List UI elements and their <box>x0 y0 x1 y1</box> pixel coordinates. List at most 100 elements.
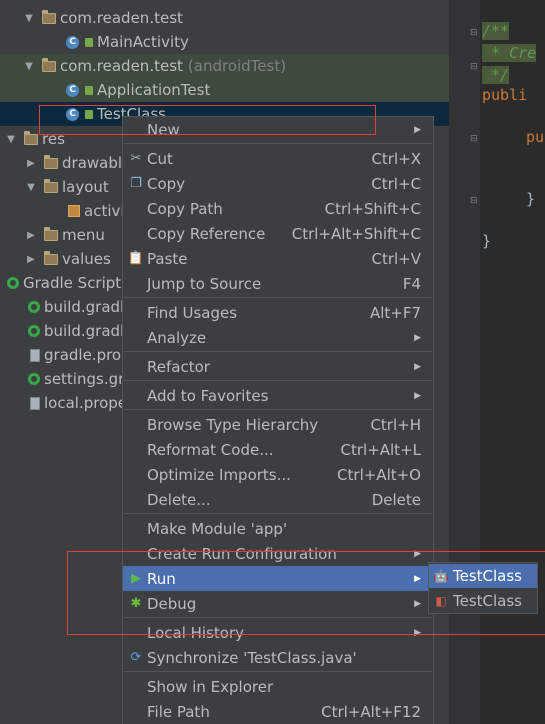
menu-item-jump-to-source[interactable]: Jump to Source F4 <box>123 271 433 296</box>
menu-item-run[interactable]: ▶ Run ▶ <box>123 566 433 591</box>
fold-marker-icon[interactable]: ⊟ <box>470 28 478 38</box>
android-icon: 🤖 <box>433 569 449 583</box>
menu-item-label: Reformat Code... <box>147 440 274 459</box>
tree-row-label: settings.gr <box>44 370 125 388</box>
menu-item-find-usages[interactable]: Find Usages Alt+F7 <box>123 300 433 325</box>
expand-arrow-icon[interactable]: ▼ <box>24 182 38 193</box>
menu-item-label: Browse Type Hierarchy <box>147 415 319 434</box>
menu-item-copy-reference[interactable]: Copy Reference Ctrl+Alt+Shift+C <box>123 221 433 246</box>
submenu-arrow-icon: ▶ <box>414 390 421 401</box>
menu-item-label: File Path <box>147 702 210 721</box>
tree-row-label: local.prope <box>44 394 128 412</box>
context-menu: New ▶ ✂ Cut Ctrl+X ❐ Copy Ctrl+C Copy Pa… <box>122 116 434 724</box>
collapse-arrow-icon[interactable]: ▶ <box>24 254 38 265</box>
tree-row-label: activi <box>84 202 125 220</box>
gradle-icon <box>28 373 40 385</box>
menu-item-local-history[interactable]: Local History ▶ <box>123 620 433 645</box>
menu-item-reformat-code[interactable]: Reformat Code... Ctrl+Alt+L <box>123 437 433 462</box>
code-editor[interactable]: ⊟ ⊟ ⊟ ⊟ /** * Cre */ publi pu } } <box>449 0 545 724</box>
menu-item-analyze[interactable]: Analyze ▶ <box>123 325 433 350</box>
menu-item-add-to-favorites[interactable]: Add to Favorites ▶ <box>123 383 433 408</box>
menu-item-delete[interactable]: Delete... Delete <box>123 487 433 512</box>
tree-row-package-main[interactable]: ▼ com.readen.test <box>0 6 449 30</box>
menu-item-label: Local History <box>147 623 245 642</box>
fold-marker-icon[interactable]: ⊟ <box>470 196 478 206</box>
expand-arrow-icon[interactable]: ▼ <box>22 61 36 72</box>
menu-item-make-module[interactable]: Make Module 'app' <box>123 516 433 541</box>
submenu-arrow-icon: ▶ <box>414 598 421 609</box>
menu-item-label: Run <box>147 569 176 588</box>
submenu-item-run-android-test[interactable]: 🤖 TestClass <box>429 564 537 588</box>
code-line: publi <box>482 86 528 104</box>
collapse-arrow-icon[interactable]: ▶ <box>24 158 38 169</box>
tree-row-label: MainActivity <box>97 33 189 51</box>
gradle-icon <box>28 325 40 337</box>
menu-item-debug[interactable]: ✱ Debug ▶ <box>123 591 433 616</box>
sync-icon: ⟳ <box>130 650 142 665</box>
tree-row-label: gradle.pro <box>44 346 122 364</box>
menu-item-copy[interactable]: ❐ Copy Ctrl+C <box>123 171 433 196</box>
menu-item-browse-type-hierarchy[interactable]: Browse Type Hierarchy Ctrl+H <box>123 412 433 437</box>
menu-item-label: Copy Path <box>147 199 223 218</box>
menu-separator <box>124 617 432 618</box>
menu-separator <box>124 409 432 410</box>
menu-item-label: Debug <box>147 594 197 613</box>
menu-item-label: Refactor <box>147 357 210 376</box>
class-icon: C <box>66 35 79 49</box>
tree-row-package-androidtest[interactable]: ▼ com.readen.test (androidTest) <box>0 54 449 78</box>
menu-separator <box>124 351 432 352</box>
code-line: pu <box>526 128 545 146</box>
menu-item-create-run-configuration[interactable]: Create Run Configuration ▶ <box>123 541 433 566</box>
lock-icon <box>85 85 93 95</box>
collapse-arrow-icon[interactable]: ▶ <box>24 230 38 241</box>
menu-separator <box>124 297 432 298</box>
fold-marker-icon[interactable]: ⊟ <box>470 134 478 144</box>
code-line: /** <box>482 22 510 40</box>
run-icon: ▶ <box>131 571 141 586</box>
submenu-item-run-junit[interactable]: ◧ TestClass <box>429 589 537 613</box>
menu-item-label: Create Run Configuration <box>147 544 337 563</box>
menu-item-cut[interactable]: ✂ Cut Ctrl+X <box>123 146 433 171</box>
menu-item-optimize-imports[interactable]: Optimize Imports... Ctrl+Alt+O <box>123 462 433 487</box>
tree-row-label: drawabl <box>62 154 123 172</box>
submenu-arrow-icon: ▶ <box>414 332 421 343</box>
menu-item-shortcut: Alt+F7 <box>369 303 421 322</box>
menu-item-refactor[interactable]: Refactor ▶ <box>123 354 433 379</box>
folder-icon <box>42 9 56 24</box>
tree-row-label: layout <box>62 178 109 196</box>
expand-arrow-icon[interactable]: ▼ <box>22 13 36 24</box>
menu-item-label: Copy <box>147 174 186 193</box>
gradle-icon <box>28 301 40 313</box>
menu-item-shortcut: Ctrl+Shift+C <box>324 199 421 218</box>
folder-icon <box>44 250 58 265</box>
folder-icon <box>42 57 56 72</box>
menu-item-show-in-explorer[interactable]: Show in Explorer <box>123 674 433 699</box>
menu-item-label: Optimize Imports... <box>147 465 291 484</box>
submenu-arrow-icon: ▶ <box>414 573 421 584</box>
class-icon: C <box>66 107 79 121</box>
menu-item-label: Analyze <box>147 328 207 347</box>
run-submenu: 🤖 TestClass ◧ TestClass <box>428 562 538 614</box>
menu-item-file-path[interactable]: File Path Ctrl+Alt+F12 <box>123 699 433 724</box>
menu-item-label: Paste <box>147 249 188 268</box>
tree-row-suffix: (androidTest) <box>187 57 287 75</box>
menu-separator <box>124 513 432 514</box>
menu-item-synchronize[interactable]: ⟳ Synchronize 'TestClass.java' <box>123 645 433 670</box>
tree-row-label: com.readen.test <box>60 9 183 27</box>
copy-icon: ❐ <box>130 176 142 191</box>
menu-item-new[interactable]: New ▶ <box>123 117 433 142</box>
menu-item-label: Synchronize 'TestClass.java' <box>147 648 357 667</box>
tree-row-label: build.gradl <box>44 298 125 316</box>
code-line: */ <box>482 66 510 84</box>
tree-row-applicationtest[interactable]: C ApplicationTest <box>0 78 449 102</box>
menu-item-shortcut: F4 <box>402 274 421 293</box>
tree-row-mainactivity[interactable]: C MainActivity <box>0 30 449 54</box>
menu-item-paste[interactable]: 📋 Paste Ctrl+V <box>123 246 433 271</box>
expand-arrow-icon[interactable]: ▼ <box>4 134 18 145</box>
lock-icon <box>85 109 93 119</box>
menu-item-copy-path[interactable]: Copy Path Ctrl+Shift+C <box>123 196 433 221</box>
fold-marker-icon[interactable]: ⊟ <box>470 62 478 72</box>
tree-row-label: values <box>62 250 111 268</box>
debug-bug-icon: ✱ <box>130 596 142 611</box>
folder-icon <box>24 130 38 145</box>
